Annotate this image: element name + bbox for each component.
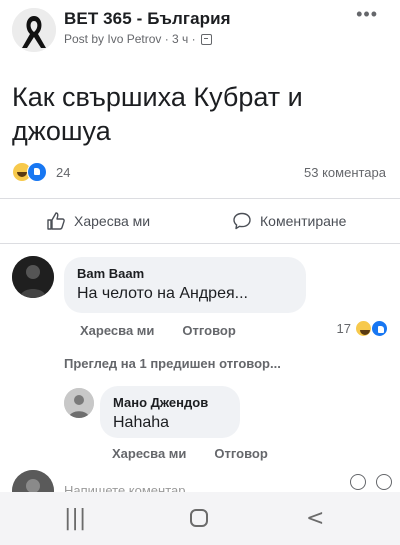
comment-input-icons <box>350 474 392 490</box>
comment-button-label: Коментиране <box>260 213 347 229</box>
more-icon[interactable]: ••• <box>356 4 378 25</box>
comment-text: На челото на Андрея... <box>77 285 248 302</box>
post-header: BET 365 - България Post by Ivo Petrov · … <box>0 0 400 62</box>
page-name[interactable]: BET 365 - България <box>64 9 231 29</box>
globe-icon <box>200 33 212 45</box>
mourning-ribbon-icon <box>12 8 56 52</box>
post-meta: Post by Ivo Petrov · 3 ч · <box>64 32 212 46</box>
haha-icon <box>355 320 372 337</box>
reaction-count: 24 <box>56 165 71 180</box>
emoji-icon[interactable] <box>376 474 392 490</box>
comment-like-button[interactable]: Харесва ми <box>80 323 154 338</box>
comment-count[interactable]: 53 коментара <box>304 165 386 180</box>
post-text: Как свършиха Кубрат и джошуа <box>12 82 303 146</box>
avatar[interactable] <box>12 256 54 298</box>
like-icon <box>371 320 388 337</box>
reaction-icons <box>12 162 47 182</box>
reply-author[interactable]: Мано Джендов <box>113 395 208 410</box>
comment-button[interactable]: Коментиране <box>232 211 346 231</box>
like-button-label: Харесва ми <box>74 213 151 229</box>
action-bar: Харесва ми Коментиране <box>0 198 400 244</box>
comment-author[interactable]: Bam Baam <box>77 266 144 281</box>
like-button[interactable]: Харесва ми <box>46 211 150 231</box>
speech-bubble-icon <box>233 212 251 230</box>
profile-photo-icon <box>64 388 94 418</box>
reply-like-button[interactable]: Харесва ми <box>112 446 186 461</box>
comment-reactions[interactable]: 17 <box>337 320 388 337</box>
profile-photo-icon <box>12 256 54 298</box>
comment-bubble: Bam Baam На челото на Андрея... <box>64 257 306 313</box>
thumbs-up-icon <box>47 212 65 230</box>
home-icon[interactable] <box>190 509 208 527</box>
comment-reaction-count: 17 <box>336 321 351 336</box>
reply-actions: Харесва ми Отговор <box>112 446 268 461</box>
reply-bubble: Мано Джендов Hahaha <box>100 386 240 438</box>
post-meta-text: Post by Ivo Petrov · 3 ч · <box>64 32 196 46</box>
comment-reply-button[interactable]: Отговор <box>182 323 235 338</box>
view-previous-replies[interactable]: Преглед на 1 предишен отговор... <box>64 356 281 371</box>
recent-apps-icon[interactable]: ||| <box>64 506 86 531</box>
comment-actions: Харесва ми Отговор <box>80 323 236 338</box>
avatar[interactable] <box>64 388 94 418</box>
reply-text: Hahaha <box>113 414 170 431</box>
camera-icon[interactable] <box>350 474 366 490</box>
system-nav-bar: ||| < <box>0 492 400 545</box>
reaction-summary[interactable]: 24 53 коментара <box>12 160 388 184</box>
page-avatar[interactable] <box>12 8 56 52</box>
like-icon <box>27 162 47 182</box>
back-icon[interactable]: < <box>306 506 324 531</box>
reply-reply-button[interactable]: Отговор <box>214 446 267 461</box>
